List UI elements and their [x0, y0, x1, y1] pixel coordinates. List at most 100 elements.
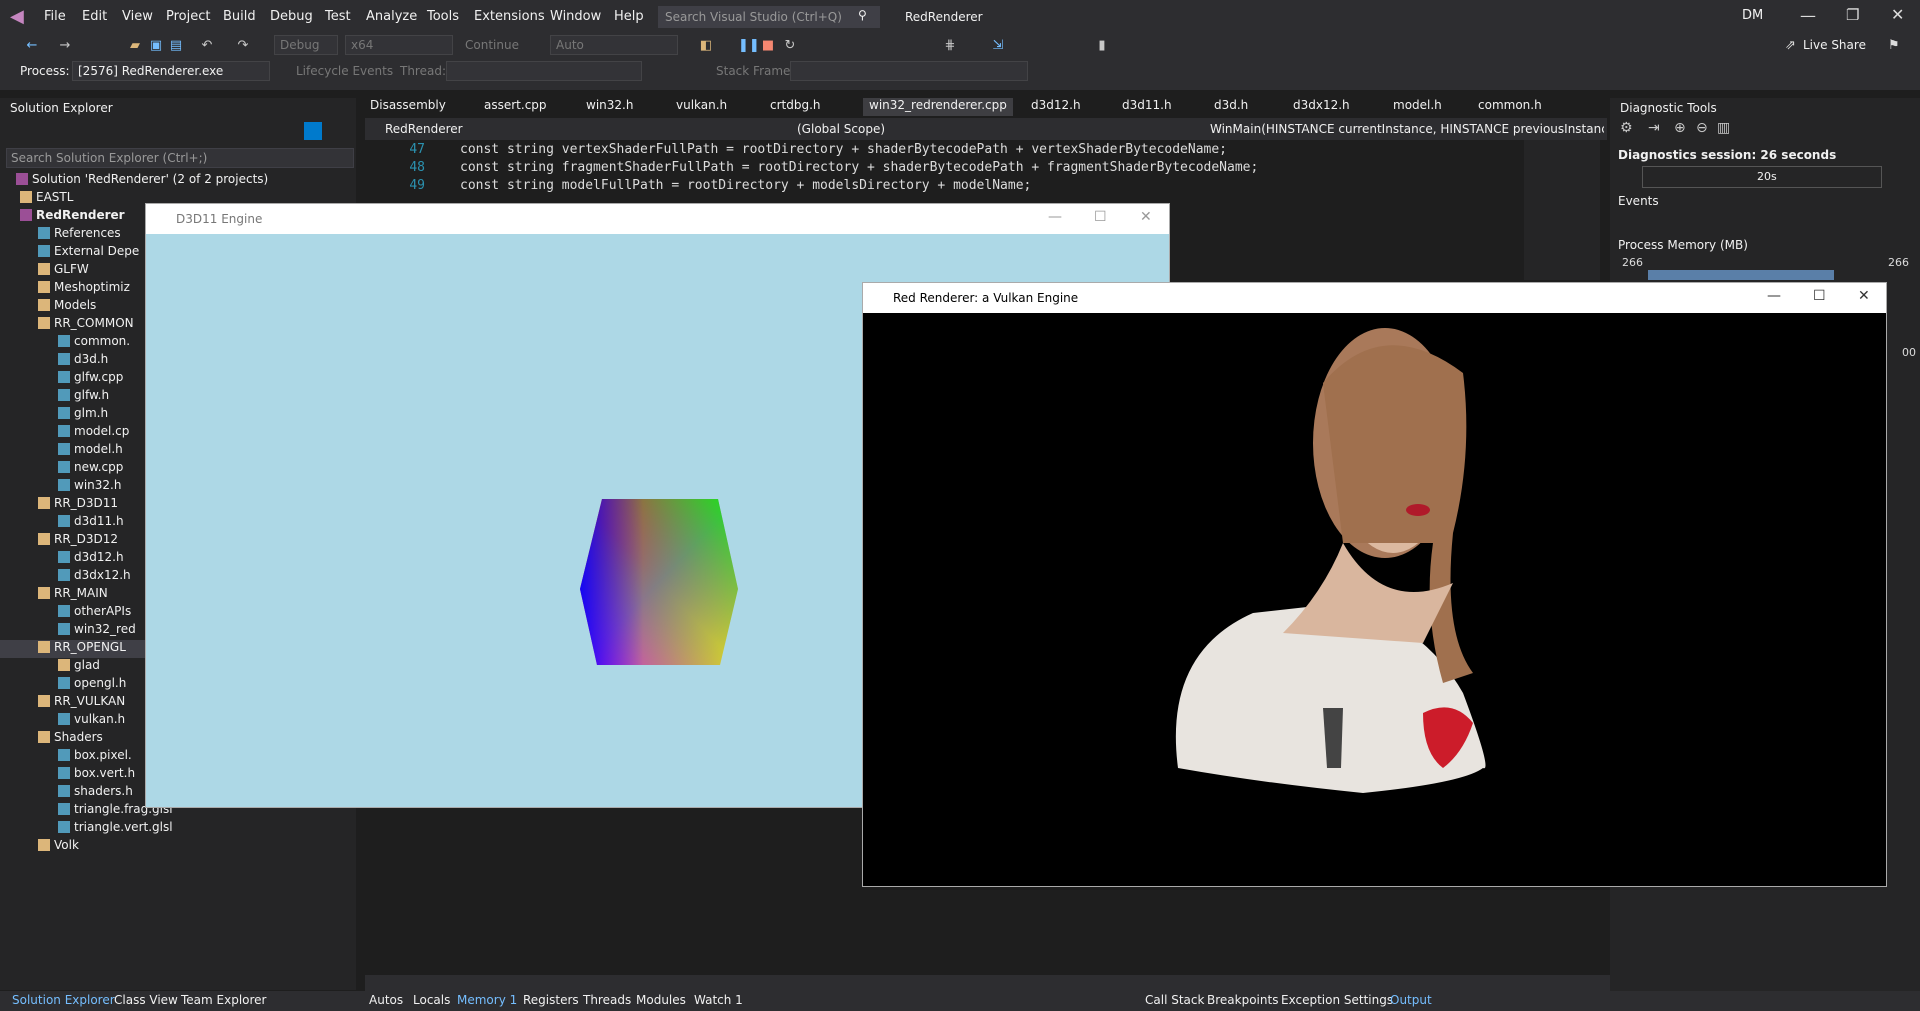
menu-file[interactable]: File [44, 9, 66, 24]
minimap[interactable] [1524, 140, 1600, 280]
timeline[interactable]: 20s [1642, 166, 1882, 188]
session-label: Diagnostics session: 26 seconds [1618, 148, 1837, 162]
process-icon[interactable]: ◧ [698, 38, 714, 54]
tab-editor[interactable]: assert.cpp [484, 98, 547, 116]
zoom-out-icon[interactable]: ⊖ [1696, 120, 1708, 136]
tab-locals[interactable]: Locals [413, 993, 450, 1007]
process-select[interactable]: [2576] RedRenderer.exe [72, 61, 270, 81]
menu-analyze[interactable]: Analyze [366, 9, 417, 24]
menu-help[interactable]: Help [614, 9, 644, 24]
platform-select[interactable]: x64 [345, 35, 453, 55]
tab-editor[interactable]: crtdbg.h [770, 98, 821, 116]
vk-minimize-icon[interactable]: — [1767, 288, 1781, 304]
d3d-maximize-icon[interactable]: ☐ [1094, 209, 1107, 225]
step-icon[interactable]: ⇲ [990, 38, 1006, 54]
tab-class-view[interactable]: Class View [114, 993, 178, 1007]
nav-project[interactable]: RedRenderer [385, 122, 463, 136]
nav-scope[interactable]: (Global Scope) [797, 122, 885, 136]
format-icon[interactable]: ⋕ [942, 38, 958, 54]
tab-editor[interactable]: d3dx12.h [1293, 98, 1350, 116]
restart-icon[interactable]: ↻ [782, 38, 798, 54]
user-avatar[interactable]: DM [1742, 8, 1763, 23]
solution-search-input[interactable]: Search Solution Explorer (Ctrl+;) [6, 148, 354, 168]
feedback-icon[interactable]: ⚑ [1888, 38, 1900, 53]
tree-item[interactable]: Solution 'RedRenderer' (2 of 2 projects) [0, 172, 356, 190]
settings-icon[interactable]: ⚙ [1620, 120, 1633, 136]
tree-item[interactable]: Volk [0, 838, 356, 856]
save-all-icon[interactable]: ▤ [168, 38, 184, 54]
tab-autos[interactable]: Autos [369, 993, 403, 1007]
chart-icon[interactable]: ▥ [1717, 120, 1730, 136]
tab-memory-1[interactable]: Memory 1 [457, 993, 517, 1007]
search-icon[interactable]: ⚲ [858, 8, 867, 22]
pin-icon[interactable] [304, 122, 322, 140]
tab-editor[interactable]: vulkan.h [676, 98, 727, 116]
search-input[interactable]: Search Visual Studio (Ctrl+Q) [658, 6, 880, 28]
tab-team-explorer[interactable]: Team Explorer [181, 993, 267, 1007]
bookmark-icon[interactable]: ▮ [1094, 38, 1110, 54]
menu-view[interactable]: View [122, 9, 153, 24]
tab-editor[interactable]: Disassembly [370, 98, 446, 116]
tab-editor[interactable]: d3d11.h [1122, 98, 1172, 116]
menu-debug[interactable]: Debug [270, 9, 313, 24]
pause-icon[interactable]: ❚❚ [738, 38, 760, 54]
menu-project[interactable]: Project [166, 9, 210, 24]
d3d-close-icon[interactable]: ✕ [1140, 209, 1152, 225]
close-icon[interactable]: ✕ [1891, 5, 1904, 24]
thread-select[interactable] [446, 61, 642, 81]
back-icon[interactable]: ← [24, 38, 40, 54]
tab-editor[interactable]: win32.h [586, 98, 633, 116]
tab-editor[interactable]: model.h [1393, 98, 1442, 116]
tab-editor[interactable]: d3d.h [1214, 98, 1248, 116]
tab-call-stack[interactable]: Call Stack [1145, 993, 1204, 1007]
share-icon[interactable]: ⇗ [1785, 38, 1796, 53]
zoom-in-icon[interactable]: ⊕ [1674, 120, 1686, 136]
tab-modules[interactable]: Modules [636, 993, 686, 1007]
tab-exception-settings[interactable]: Exception Settings [1281, 993, 1393, 1007]
save-icon[interactable]: ▣ [148, 38, 164, 54]
d3d-minimize-icon[interactable]: — [1048, 209, 1062, 225]
config-select[interactable]: Debug [274, 35, 338, 55]
menu-extensions[interactable]: Extensions [474, 9, 545, 24]
menu-build[interactable]: Build [223, 9, 256, 24]
redo-icon[interactable]: ↷ [235, 38, 251, 54]
vs-logo-icon[interactable]: ◀ [10, 7, 30, 27]
tab-breakpoints[interactable]: Breakpoints [1207, 993, 1278, 1007]
tab-editor[interactable]: common.h [1478, 98, 1542, 116]
tab-threads[interactable]: Threads [583, 993, 631, 1007]
minimize-icon[interactable]: — [1800, 6, 1816, 25]
tab-editor[interactable]: d3d12.h [1031, 98, 1081, 116]
stack-frame-select[interactable] [790, 61, 1028, 81]
menu-window[interactable]: Window [550, 9, 601, 24]
continue-button[interactable]: Continue [465, 38, 519, 52]
tab-editor[interactable]: win32_redrenderer.cpp [863, 98, 1013, 116]
tab-solution-explorer[interactable]: Solution Explorer [12, 993, 115, 1007]
nav-function[interactable]: WinMain(HINSTANCE currentInstance, HINST… [1210, 122, 1604, 136]
restore-icon[interactable]: ❐ [1846, 6, 1859, 24]
menu-edit[interactable]: Edit [82, 9, 107, 24]
stop-icon[interactable]: ■ [760, 38, 776, 54]
horizontal-scrollbar[interactable] [365, 975, 1610, 991]
auto-select[interactable]: Auto [550, 35, 678, 55]
open-folder-icon[interactable]: ▰ [127, 38, 143, 54]
vk-close-icon[interactable]: ✕ [1858, 288, 1870, 304]
folder-icon [38, 641, 50, 653]
tab-output[interactable]: Output [1390, 993, 1432, 1007]
vulkan-window[interactable]: Red Renderer: a Vulkan Engine — ☐ ✕ [862, 282, 1887, 887]
code-line[interactable]: const string modelFullPath = rootDirecto… [460, 178, 1031, 193]
menu-test[interactable]: Test [325, 9, 351, 24]
vulkan-viewport[interactable] [863, 313, 1886, 886]
tree-item-label: new.cpp [74, 460, 124, 474]
undo-icon[interactable]: ↶ [199, 38, 215, 54]
vk-maximize-icon[interactable]: ☐ [1813, 288, 1826, 304]
live-share-button[interactable]: Live Share [1803, 38, 1866, 52]
tab-registers[interactable]: Registers [523, 993, 579, 1007]
code-line[interactable]: const string fragmentShaderFullPath = ro… [460, 160, 1258, 175]
tab-watch-1[interactable]: Watch 1 [694, 993, 743, 1007]
forward-icon[interactable]: → [57, 38, 73, 54]
export-icon[interactable]: ⇥ [1648, 120, 1660, 136]
code-line[interactable]: const string vertexShaderFullPath = root… [460, 142, 1227, 157]
menu-tools[interactable]: Tools [427, 9, 459, 24]
lifecycle-events[interactable]: Lifecycle Events [296, 64, 393, 78]
tree-item[interactable]: triangle.vert.glsl [0, 820, 356, 838]
